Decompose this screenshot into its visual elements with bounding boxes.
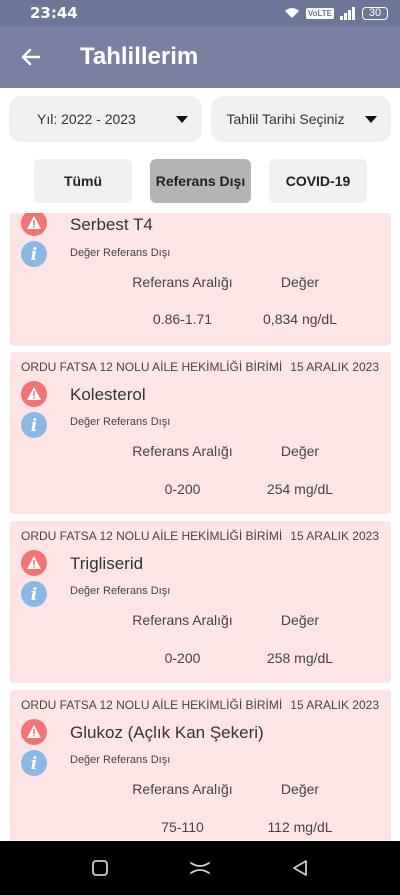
reference-range-label: Referans Aralığı <box>132 612 233 628</box>
test-name: Kolesterol <box>70 385 146 404</box>
card-header: ORDU FATSA 12 NOLU AİLE HEKİMLİĞİ BİRİMİ… <box>21 529 379 543</box>
info-icon: i <box>21 750 47 776</box>
result-value: 254 mg/dL <box>266 481 334 497</box>
facility-name: ORDU FATSA 12 NOLU AİLE HEKİMLİĞİ BİRİMİ <box>21 360 283 374</box>
dropdown-arrow-icon <box>175 115 188 123</box>
status-bar: 23:44 VoLTE 30 <box>0 0 400 26</box>
card-header: ORDU FATSA 12 NOLU AİLE HEKİMLİĞİ BİRİMİ… <box>21 698 379 712</box>
value-label: Değer <box>280 612 320 628</box>
arrow-left-icon <box>21 48 40 66</box>
battery-icon: 30 <box>362 6 388 20</box>
status-icons: VoLTE 30 <box>284 6 388 20</box>
status-time: 23:44 <box>30 4 78 22</box>
status-text: Değer Referans Dışı <box>70 585 171 597</box>
signal-icon <box>340 6 355 20</box>
warning-triangle-icon <box>21 381 47 407</box>
back-button[interactable] <box>0 26 60 88</box>
card-header: ORDU FATSA 12 NOLU AİLE HEKİMLİĞİ BİRİMİ… <box>21 360 379 374</box>
reference-range-label: Referans Aralığı <box>132 443 233 459</box>
status-text: Değer Referans Dışı <box>70 754 171 766</box>
back-nav-button[interactable] <box>280 848 320 888</box>
info-icon: i <box>21 241 47 267</box>
facility-name: ORDU FATSA 12 NOLU AİLE HEKİMLİĞİ BİRİMİ <box>21 698 283 712</box>
year-select[interactable]: Yıl: 2022 - 2023 <box>9 96 202 142</box>
reference-range-value: 0-200 <box>164 481 201 497</box>
tab-out-of-reference[interactable]: Referans Dışı <box>150 159 251 203</box>
reference-range-label: Referans Aralığı <box>132 781 233 797</box>
result-value: 0,834 ng/dL <box>263 311 337 327</box>
result-card[interactable]: Serbest T4 i Değer Referans Dışı Referan… <box>10 213 391 346</box>
test-name: Glukoz (Açlık Kan Şekeri) <box>70 723 264 742</box>
tab-row: Tümü Referans Dışı COVID-19 <box>34 159 367 203</box>
reference-range-value: 0.86-1.71 <box>152 311 213 327</box>
filter-row: Yıl: 2022 - 2023 Tahlil Tarihi Seçiniz <box>9 96 391 142</box>
svg-text:i: i <box>31 754 37 774</box>
test-name: Serbest T4 <box>70 215 153 234</box>
reference-range-value: 0-200 <box>164 650 201 666</box>
reference-range-value: 75-110 <box>161 819 204 835</box>
tab-all[interactable]: Tümü <box>34 159 132 203</box>
triangle-back-icon <box>293 860 307 876</box>
status-text: Değer Referans Dışı <box>70 247 171 259</box>
reference-range-label: Referans Aralığı <box>132 274 233 290</box>
date-select[interactable]: Tahlil Tarihi Seçiniz <box>210 96 391 142</box>
info-icon: i <box>21 581 47 607</box>
warning-triangle-icon <box>21 213 47 236</box>
value-label: Değer <box>280 274 320 290</box>
year-select-value: Yıl: 2022 - 2023 <box>37 111 136 127</box>
result-date: 15 ARALIK 2023 <box>290 698 379 712</box>
test-name: Trigliserid <box>70 554 144 573</box>
warning-triangle-icon <box>21 550 47 576</box>
dropdown-arrow-icon <box>365 115 377 123</box>
date-select-value: Tahlil Tarihi Seçiniz <box>226 111 345 127</box>
result-card[interactable]: ORDU FATSA 12 NOLU AİLE HEKİMLİĞİ BİRİMİ… <box>10 352 391 514</box>
facility-name: ORDU FATSA 12 NOLU AİLE HEKİMLİĞİ BİRİMİ <box>21 529 283 543</box>
result-value: 112 mg/dL <box>267 819 333 835</box>
system-nav-bar <box>0 841 400 895</box>
result-card[interactable]: ORDU FATSA 12 NOLU AİLE HEKİMLİĞİ BİRİMİ… <box>10 521 391 683</box>
app-bar: Tahlillerim <box>0 26 400 88</box>
wifi-icon <box>284 8 299 18</box>
tab-covid[interactable]: COVID-19 <box>269 159 367 203</box>
svg-text:i: i <box>31 585 37 605</box>
volte-badge: VoLTE <box>305 7 334 19</box>
info-icon: i <box>21 412 47 438</box>
home-button[interactable] <box>180 848 220 888</box>
value-label: Değer <box>280 781 320 797</box>
square-icon <box>92 860 108 876</box>
result-date: 15 ARALIK 2023 <box>290 360 379 374</box>
status-text: Değer Referans Dışı <box>70 416 171 428</box>
results-list[interactable]: Serbest T4 i Değer Referans Dışı Referan… <box>10 213 391 840</box>
value-label: Değer <box>280 443 320 459</box>
warning-triangle-icon <box>21 719 47 745</box>
result-value: 258 mg/dL <box>266 650 334 666</box>
svg-text:i: i <box>31 416 37 436</box>
result-date: 15 ARALIK 2023 <box>290 529 379 543</box>
recents-button[interactable] <box>80 848 120 888</box>
home-chevrons-icon <box>190 862 210 874</box>
svg-text:i: i <box>31 245 37 265</box>
result-card[interactable]: ORDU FATSA 12 NOLU AİLE HEKİMLİĞİ BİRİMİ… <box>10 690 391 840</box>
page-title: Tahlillerim <box>80 43 199 70</box>
